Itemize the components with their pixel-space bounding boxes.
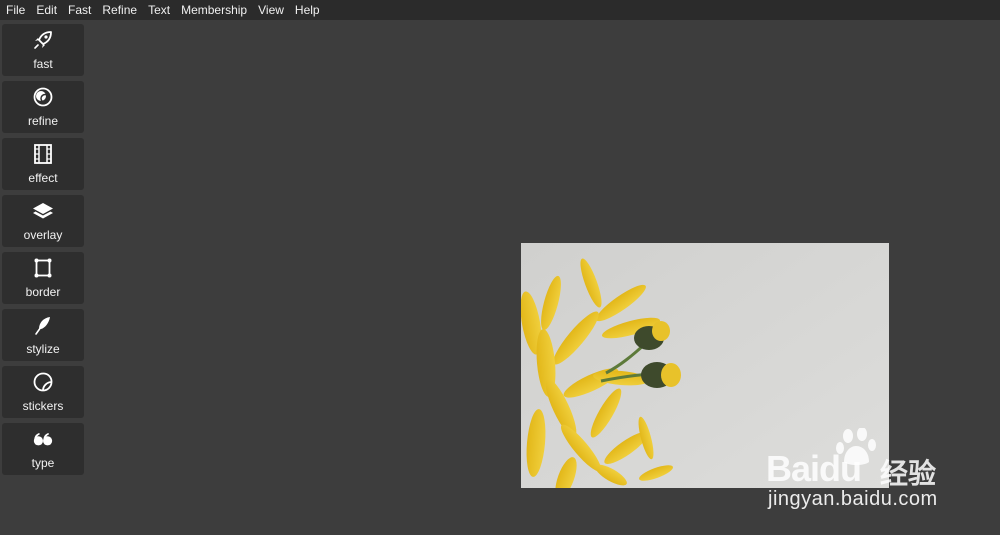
rocket-icon [32, 29, 54, 51]
tool-refine-button[interactable]: refine [2, 81, 84, 133]
menu-text[interactable]: Text [144, 0, 174, 20]
tool-stickers-button[interactable]: stickers [2, 366, 84, 418]
tool-effect-button[interactable]: effect [2, 138, 84, 190]
tool-fast-button[interactable]: fast [2, 24, 84, 76]
tool-border-label: border [25, 285, 61, 299]
tool-type-button[interactable]: type [2, 423, 84, 475]
menu-membership[interactable]: Membership [177, 0, 251, 20]
tool-refine-label: refine [27, 114, 59, 128]
menu-help[interactable]: Help [291, 0, 324, 20]
watermark-url: jingyan.baidu.com [768, 488, 938, 510]
feather-icon [32, 314, 54, 336]
aperture-icon [32, 86, 54, 108]
tool-stylize-label: stylize [26, 342, 60, 356]
menu-fast[interactable]: Fast [64, 0, 95, 20]
tool-panel: fast refine effect overlay border styliz… [2, 24, 84, 480]
film-icon [32, 143, 54, 165]
menu-bar: File Edit Fast Refine Text Membership Vi… [0, 0, 1000, 20]
tool-overlay-button[interactable]: overlay [2, 195, 84, 247]
tool-overlay-label: overlay [23, 228, 63, 242]
frame-icon [32, 257, 54, 279]
tool-border-button[interactable]: border [2, 252, 84, 304]
tool-stickers-label: stickers [22, 399, 64, 413]
watermark-logo-text: Baidu [766, 448, 862, 489]
baidu-watermark: Baidu 经验 jingyan.baidu.com [766, 428, 966, 518]
sticker-icon [32, 371, 54, 393]
tool-effect-label: effect [28, 171, 58, 185]
menu-file[interactable]: File [2, 0, 29, 20]
menu-refine[interactable]: Refine [98, 0, 141, 20]
tool-fast-label: fast [33, 57, 53, 71]
tool-type-label: type [31, 456, 55, 470]
watermark-cn-text: 经验 [880, 457, 937, 490]
quote-icon [32, 428, 54, 450]
layers-icon [32, 200, 54, 222]
menu-edit[interactable]: Edit [32, 0, 61, 20]
tool-stylize-button[interactable]: stylize [2, 309, 84, 361]
menu-view[interactable]: View [254, 0, 288, 20]
